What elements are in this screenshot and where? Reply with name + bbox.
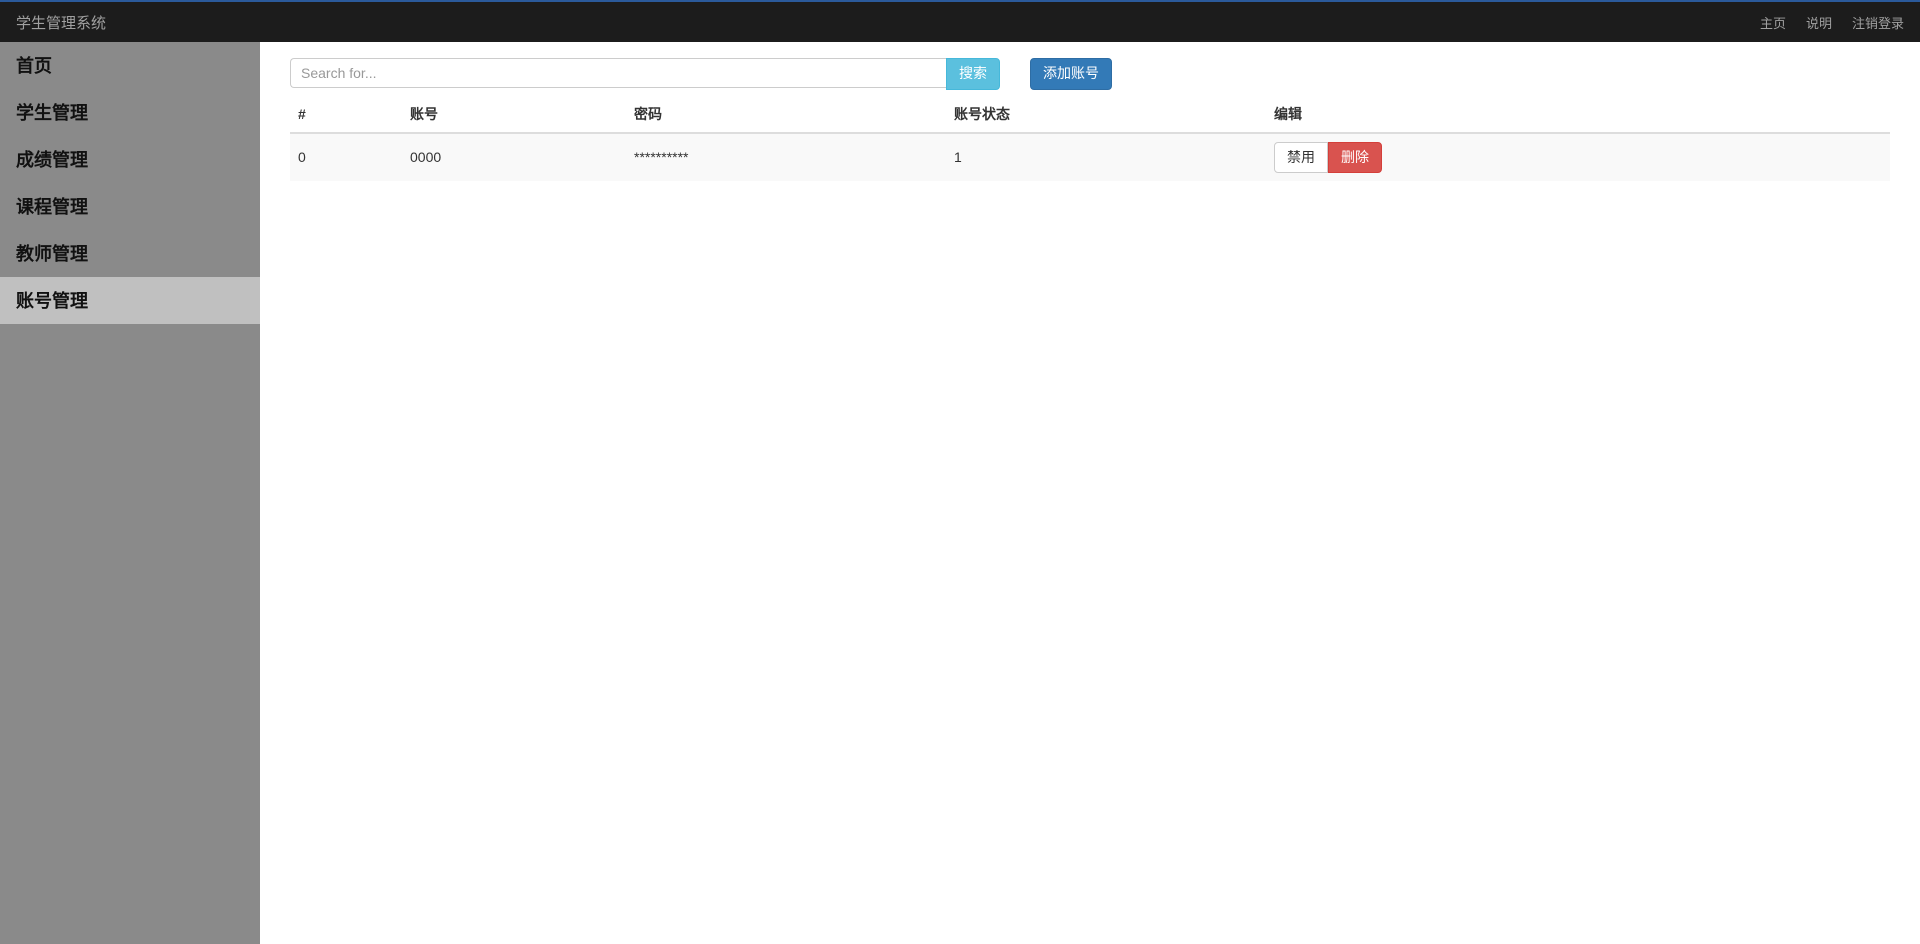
sidebar-list: 首页 学生管理 成绩管理 课程管理 教师管理 账号管理 [0,42,260,324]
th-status: 账号状态 [946,96,1266,133]
main-container: 首页 学生管理 成绩管理 课程管理 教师管理 账号管理 搜索 添加账号 # 账号… [0,42,1920,944]
sidebar-item-student[interactable]: 学生管理 [0,89,260,136]
sidebar-item-account[interactable]: 账号管理 [0,277,260,324]
cell-password: ********** [626,133,946,182]
sidebar: 首页 学生管理 成绩管理 课程管理 教师管理 账号管理 [0,42,260,944]
accounts-table: # 账号 密码 账号状态 编辑 0 0000 ********** 1 禁用 [290,96,1890,182]
search-input[interactable] [290,58,946,88]
sidebar-item-grade[interactable]: 成绩管理 [0,136,260,183]
search-group: 搜索 [290,58,1000,90]
th-edit: 编辑 [1266,96,1890,133]
toolbar: 搜索 添加账号 [290,58,1890,90]
add-account-button[interactable]: 添加账号 [1030,58,1112,90]
sidebar-item-course[interactable]: 课程管理 [0,183,260,230]
disable-button[interactable]: 禁用 [1274,142,1328,174]
sidebar-item-home[interactable]: 首页 [0,42,260,89]
action-group: 禁用 删除 [1274,142,1882,174]
nav-logout-link[interactable]: 注销登录 [1852,13,1904,32]
table-row: 0 0000 ********** 1 禁用 删除 [290,133,1890,182]
th-account: 账号 [402,96,626,133]
th-password: 密码 [626,96,946,133]
nav-about-link[interactable]: 说明 [1806,13,1832,32]
top-nav-right: 主页 说明 注销登录 [1760,13,1904,32]
search-button[interactable]: 搜索 [946,58,1000,90]
th-id: # [290,96,402,133]
app-brand: 学生管理系统 [16,12,106,33]
cell-id: 0 [290,133,402,182]
cell-account: 0000 [402,133,626,182]
main-content: 搜索 添加账号 # 账号 密码 账号状态 编辑 0 0000 *********… [260,42,1920,944]
table-header-row: # 账号 密码 账号状态 编辑 [290,96,1890,133]
sidebar-item-teacher[interactable]: 教师管理 [0,230,260,277]
nav-home-link[interactable]: 主页 [1760,13,1786,32]
cell-status: 1 [946,133,1266,182]
cell-actions: 禁用 删除 [1266,133,1890,182]
top-navbar: 学生管理系统 主页 说明 注销登录 [0,0,1920,42]
delete-button[interactable]: 删除 [1328,142,1382,174]
